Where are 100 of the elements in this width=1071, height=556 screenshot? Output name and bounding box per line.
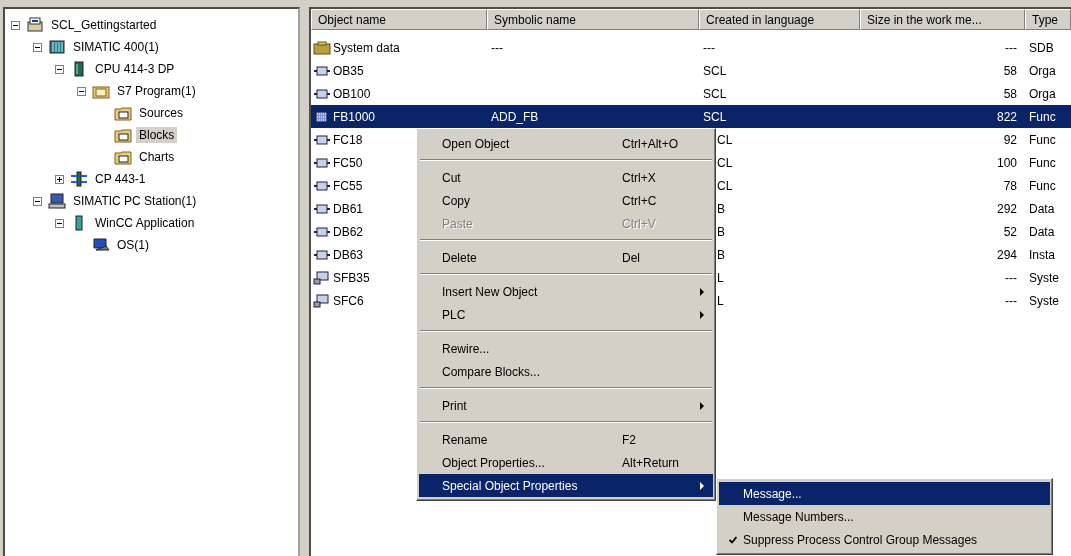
column-header[interactable]: Size in the work me...: [860, 9, 1025, 30]
tree-item[interactable]: CPU 414-3 DP: [92, 61, 178, 77]
menu-item[interactable]: Delete Del: [419, 246, 713, 269]
type-text: Func: [1029, 132, 1056, 147]
menu-item[interactable]: Suppress Process Control Group Messages: [719, 528, 1050, 551]
network-module-icon: [70, 171, 88, 187]
collapse-icon[interactable]: [33, 42, 42, 52]
menu-item[interactable]: PLC: [419, 303, 713, 326]
column-header[interactable]: Object name: [311, 9, 487, 30]
type-text: SDB: [1029, 40, 1054, 55]
tree-item[interactable]: OS(1): [114, 237, 152, 253]
size-value: 822: [996, 109, 1017, 124]
object-name[interactable]: FB1000: [333, 109, 376, 124]
project-icon: [26, 17, 44, 33]
tree-item[interactable]: SIMATIC 400(1): [70, 39, 162, 55]
menu-item[interactable]: Insert New Object: [419, 280, 713, 303]
size-value: 58: [1003, 86, 1017, 101]
tree-item[interactable]: S7 Program(1): [114, 83, 199, 99]
block-icon: [313, 224, 331, 239]
tree-item[interactable]: Blocks: [136, 127, 178, 143]
size-value: 52: [1003, 224, 1017, 239]
type-text: Data: [1029, 201, 1055, 216]
language-text: L: [717, 270, 724, 285]
block-icon: [313, 201, 331, 216]
collapse-icon[interactable]: [11, 20, 20, 30]
folder-icon: [114, 127, 132, 143]
language-text: SCL: [703, 86, 727, 101]
tree-item[interactable]: Sources: [136, 105, 187, 121]
folder-icon: [313, 40, 331, 55]
menu-item[interactable]: Special Object Properties: [419, 474, 713, 497]
object-name[interactable]: System data: [333, 40, 400, 55]
language-text: B: [717, 224, 725, 239]
system-block-icon: [313, 293, 331, 308]
type-text: Syste: [1029, 293, 1059, 308]
menu-item[interactable]: Rename F2: [419, 428, 713, 451]
function-block-icon: [313, 109, 331, 124]
size-value: ---: [1005, 40, 1017, 55]
block-icon: [313, 86, 331, 101]
object-name[interactable]: SFB35: [333, 270, 370, 285]
object-name[interactable]: FC50: [333, 155, 363, 170]
collapse-icon[interactable]: [77, 86, 86, 96]
menu-item[interactable]: Rewire...: [419, 337, 713, 360]
system-block-icon: [313, 270, 331, 285]
language-text: SCL: [703, 109, 727, 124]
tree-item[interactable]: WinCC Application: [92, 215, 198, 231]
type-text: Insta: [1029, 247, 1055, 262]
type-text: Func: [1029, 155, 1056, 170]
type-text: Data: [1029, 224, 1055, 239]
collapse-icon[interactable]: [55, 218, 64, 228]
object-name[interactable]: SFC6: [333, 293, 364, 308]
monitor-icon: [92, 237, 110, 253]
symbolic-name: ---: [491, 40, 503, 55]
type-text: Orga: [1029, 63, 1056, 78]
type-text: Func: [1029, 109, 1056, 124]
object-name[interactable]: DB63: [333, 247, 364, 262]
size-value: ---: [1005, 270, 1017, 285]
menu-item[interactable]: Copy Ctrl+C: [419, 189, 713, 212]
menu-item[interactable]: Compare Blocks...: [419, 360, 713, 383]
object-name[interactable]: OB35: [333, 63, 364, 78]
language-text: ---: [703, 40, 715, 55]
column-header[interactable]: Created in language: [699, 9, 860, 30]
menu-item[interactable]: Print: [419, 394, 713, 417]
type-text: Func: [1029, 178, 1056, 193]
column-header[interactable]: Symbolic name: [487, 9, 699, 30]
tree-item[interactable]: Charts: [136, 149, 178, 165]
object-name[interactable]: DB61: [333, 201, 364, 216]
menu-item[interactable]: Object Properties... Alt+Return: [419, 451, 713, 474]
language-text: CL: [717, 155, 733, 170]
type-text: Syste: [1029, 270, 1059, 285]
collapse-icon[interactable]: [55, 64, 64, 74]
block-icon: [313, 132, 331, 147]
block-icon: [313, 247, 331, 262]
block-icon: [313, 63, 331, 78]
tree-item[interactable]: SIMATIC PC Station(1): [70, 193, 200, 209]
station-rack-icon: [48, 39, 66, 55]
symbolic-name: ADD_FB: [491, 109, 539, 124]
menu-item[interactable]: Open Object Ctrl+Alt+O: [419, 132, 713, 155]
menu-item[interactable]: Message Numbers...: [719, 505, 1050, 528]
collapse-icon[interactable]: [33, 196, 42, 206]
column-header[interactable]: Type: [1025, 9, 1071, 30]
size-value: 58: [1003, 63, 1017, 78]
expand-icon[interactable]: [55, 174, 64, 184]
size-value: 78: [1003, 178, 1017, 193]
menu-item[interactable]: Message...: [719, 482, 1050, 505]
language-text: CL: [717, 132, 733, 147]
size-value: 92: [1003, 132, 1017, 147]
folder-icon: [114, 149, 132, 165]
menu-item[interactable]: Cut Ctrl+X: [419, 166, 713, 189]
folder-icon: [114, 105, 132, 121]
object-name[interactable]: DB62: [333, 224, 364, 239]
block-icon: [313, 178, 331, 193]
language-text: L: [717, 293, 724, 308]
object-name[interactable]: FC18: [333, 132, 363, 147]
object-name[interactable]: OB100: [333, 86, 371, 101]
object-name[interactable]: FC55: [333, 178, 363, 193]
tree-item[interactable]: CP 443-1: [92, 171, 149, 187]
size-value: 294: [996, 247, 1017, 262]
size-value: 292: [996, 201, 1017, 216]
language-text: B: [717, 247, 725, 262]
tree-item[interactable]: SCL_Gettingstarted: [48, 17, 160, 33]
